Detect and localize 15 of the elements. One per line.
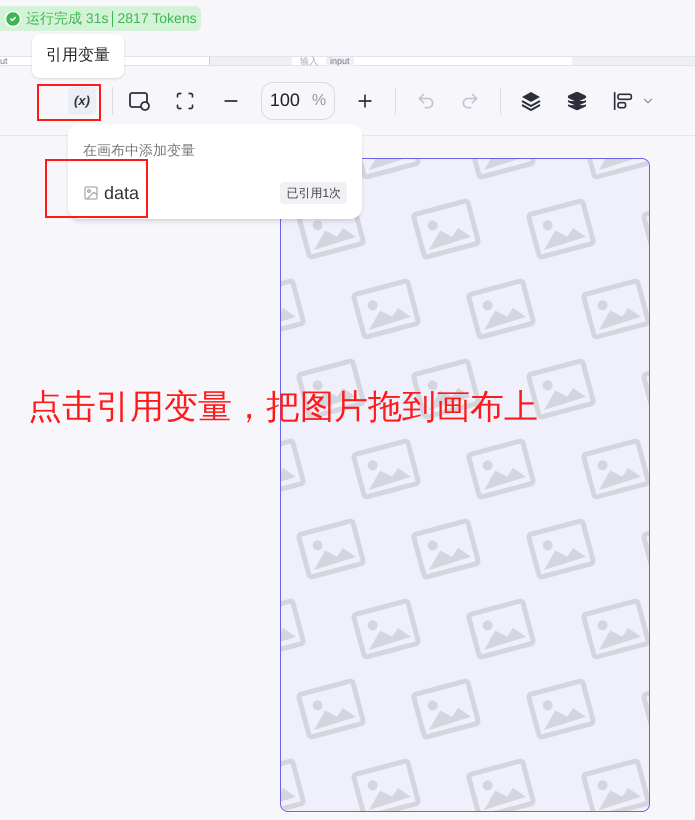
popover-title: 在画布中添加变量 — [83, 141, 196, 160]
check-icon — [4, 10, 22, 28]
align-left-icon[interactable] — [613, 90, 633, 110]
fit-screen-icon[interactable] — [175, 90, 195, 110]
add-screen-icon[interactable] — [129, 90, 151, 110]
node-strip-label: 输入 — [300, 56, 318, 66]
image-icon — [83, 185, 99, 201]
variable-item[interactable]: data 已引用1次 — [83, 181, 347, 205]
run-status-text: 运行完成 31s — [26, 9, 108, 28]
bring-forward-icon[interactable] — [521, 90, 541, 110]
reference-count-badge: 已引用1次 — [280, 182, 347, 204]
variable-button[interactable]: (x) — [68, 86, 96, 114]
token-count: 2817 Tokens — [117, 9, 197, 28]
zoom-field[interactable]: 100 % — [261, 82, 335, 120]
layers-icon[interactable] — [567, 90, 587, 110]
